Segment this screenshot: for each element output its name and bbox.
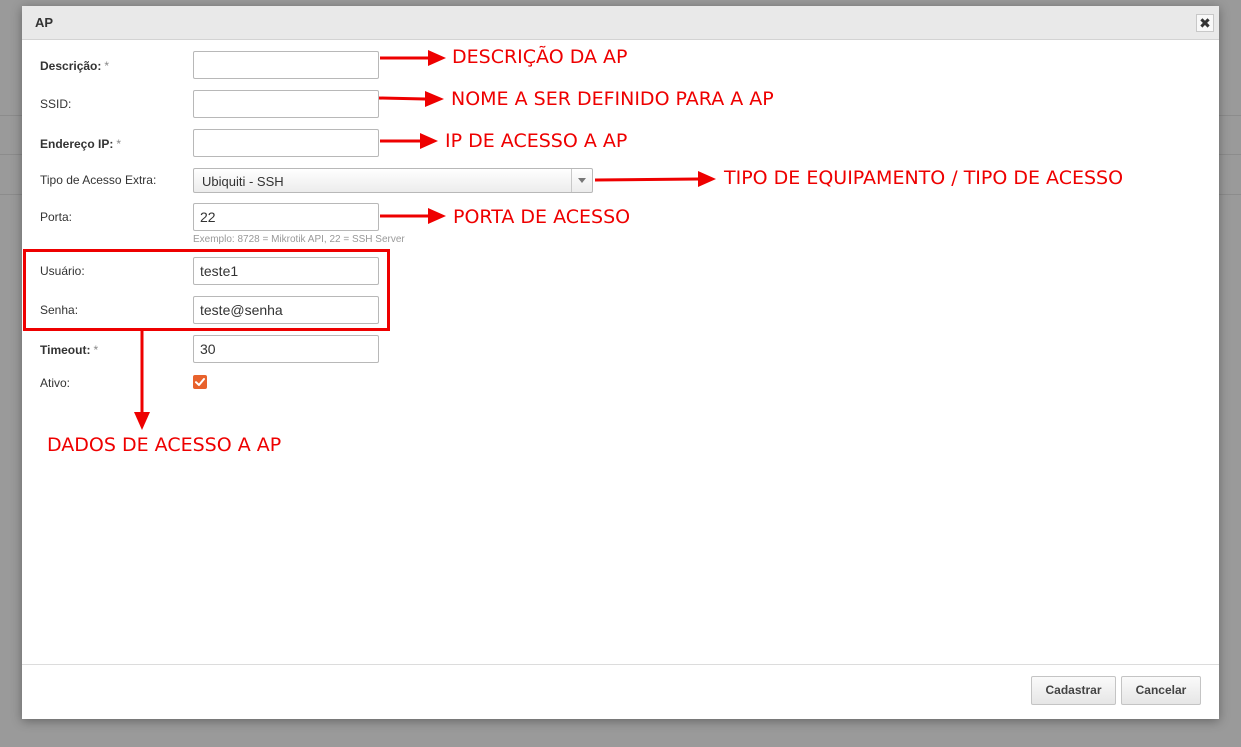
dropdown-toggle[interactable] xyxy=(571,169,592,192)
annotation-ssid: NOME A SER DEFINIDO PARA A AP xyxy=(451,88,774,110)
annotation-ip: IP DE ACESSO A AP xyxy=(445,130,628,152)
annotation-descricao: DESCRIÇÃO DA AP xyxy=(452,46,628,68)
tipo-acesso-selected-value: Ubiquiti - SSH xyxy=(202,174,284,189)
tipo-acesso-label: Tipo de Acesso Extra: xyxy=(40,173,157,187)
modal-header: AP ✖ xyxy=(22,6,1219,40)
porta-label: Porta: xyxy=(40,210,73,224)
cadastrar-button[interactable]: Cadastrar xyxy=(1031,676,1116,705)
ssid-input[interactable] xyxy=(193,90,379,118)
porta-hint: Exemplo: 8728 = Mikrotik API, 22 = SSH S… xyxy=(193,234,405,245)
timeout-label-text: Timeout: xyxy=(40,343,91,357)
checkmark-icon xyxy=(195,378,205,386)
required-marker: * xyxy=(104,59,110,73)
timeout-input[interactable] xyxy=(193,335,379,363)
descricao-input[interactable] xyxy=(193,51,379,79)
cancelar-button[interactable]: Cancelar xyxy=(1121,676,1201,705)
endereco-ip-label-text: Endereço IP: xyxy=(40,137,114,151)
ativo-checkbox[interactable] xyxy=(193,375,207,389)
porta-input[interactable] xyxy=(193,203,379,231)
dados-acesso-highlight-box xyxy=(23,249,390,331)
ativo-label: Ativo: xyxy=(40,376,71,390)
chevron-down-icon xyxy=(578,178,586,183)
timeout-label: Timeout: * xyxy=(40,343,98,357)
ap-modal: AP ✖ Descrição: * SSID: Endereço IP: * Tip… xyxy=(22,6,1219,719)
modal-title: AP xyxy=(35,15,54,30)
required-marker: * xyxy=(93,343,99,357)
endereco-ip-input[interactable] xyxy=(193,129,379,157)
annotation-dados: DADOS DE ACESSO A AP xyxy=(47,434,282,456)
tipo-acesso-select[interactable]: Ubiquiti - SSH xyxy=(193,168,593,193)
required-marker: * xyxy=(116,137,122,151)
descricao-label: Descrição: * xyxy=(40,59,109,73)
annotation-tipo: TIPO DE EQUIPAMENTO / TIPO DE ACESSO xyxy=(724,167,1124,189)
close-icon[interactable]: ✖ xyxy=(1196,14,1214,32)
annotation-porta: PORTA DE ACESSO xyxy=(453,206,631,228)
footer-divider xyxy=(22,664,1219,665)
ssid-label: SSID: xyxy=(40,97,72,111)
descricao-label-text: Descrição: xyxy=(40,59,102,73)
endereco-ip-label: Endereço IP: * xyxy=(40,137,121,151)
